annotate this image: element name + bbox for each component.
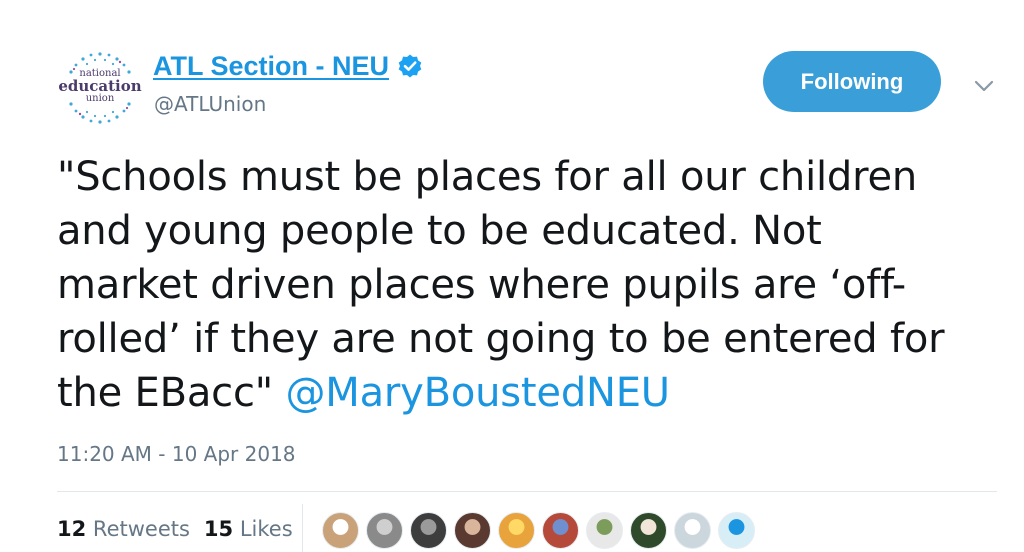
liker-avatar[interactable] bbox=[322, 512, 359, 549]
mention-link[interactable]: @MaryBoustedNEU bbox=[285, 370, 670, 416]
liker-avatar[interactable] bbox=[542, 512, 579, 549]
tweet-text-line: the EBacc" bbox=[57, 370, 286, 416]
liker-avatar[interactable] bbox=[454, 512, 491, 549]
likes-label: Likes bbox=[239, 517, 293, 541]
likes-count: 15 bbox=[203, 517, 234, 541]
avatar-text-union: union bbox=[85, 93, 115, 104]
likes-stat[interactable]: 15 Likes bbox=[204, 517, 293, 541]
chevron-down-icon[interactable] bbox=[974, 78, 994, 92]
retweets-stat[interactable]: 12 Retweets bbox=[57, 517, 190, 541]
tweet-text-line: rolled’ if they are not going to be ente… bbox=[57, 316, 945, 362]
liker-avatar[interactable] bbox=[674, 512, 711, 549]
liker-avatar[interactable] bbox=[498, 512, 535, 549]
liker-avatar[interactable] bbox=[630, 512, 667, 549]
author-handle[interactable]: @ATLUnion bbox=[154, 92, 266, 116]
tweet-text-last-line: the EBacc" @MaryBoustedNEU bbox=[57, 366, 1007, 420]
avatar-text-education: education bbox=[58, 77, 142, 95]
following-button[interactable]: Following bbox=[763, 51, 941, 112]
tweet-stats: 12 Retweets 15 Likes bbox=[57, 517, 307, 541]
author-display-name[interactable]: ATL Section - NEU bbox=[153, 51, 389, 82]
tweet-text: "Schools must be places for all our chil… bbox=[57, 150, 1007, 420]
liker-avatars bbox=[322, 512, 762, 549]
tweet-card: national education union ATL Section - N… bbox=[0, 0, 1024, 552]
author-name-row: ATL Section - NEU bbox=[153, 48, 423, 84]
liker-avatar[interactable] bbox=[718, 512, 755, 549]
retweets-count: 12 bbox=[57, 517, 87, 541]
liker-avatar[interactable] bbox=[586, 512, 623, 549]
tweet-text-line: market driven places where pupils are ‘o… bbox=[57, 262, 907, 308]
tweet-timestamp[interactable]: 11:20 AM - 10 Apr 2018 bbox=[57, 442, 296, 466]
tweet-text-line: and young people to be educated. Not bbox=[57, 208, 822, 254]
liker-avatar[interactable] bbox=[366, 512, 403, 549]
divider bbox=[57, 491, 997, 492]
retweets-label: Retweets bbox=[92, 517, 190, 541]
liker-avatar[interactable] bbox=[410, 512, 447, 549]
stats-separator bbox=[302, 504, 303, 552]
verified-badge-icon bbox=[397, 53, 423, 79]
tweet-text-line: "Schools must be places for all our chil… bbox=[57, 154, 918, 200]
author-avatar[interactable]: national education union bbox=[57, 45, 143, 131]
